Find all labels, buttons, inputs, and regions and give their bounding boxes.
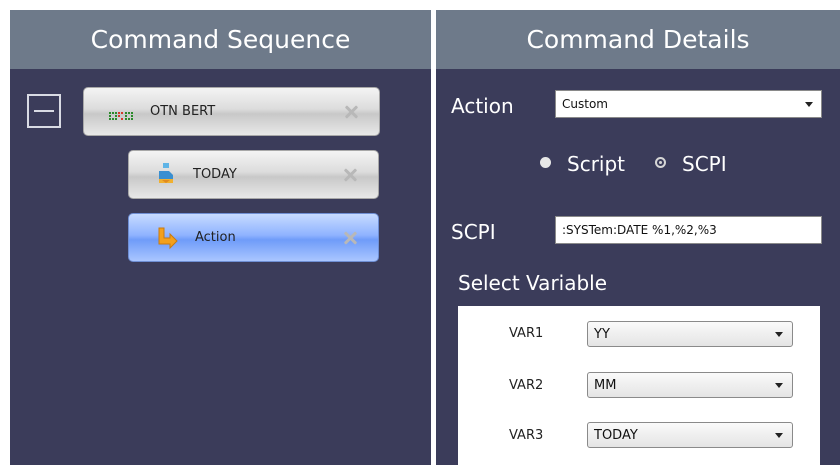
var3-label: VAR3: [509, 428, 544, 443]
sequence-node-label: Action: [195, 230, 236, 245]
chevron-down-icon: [775, 433, 783, 438]
scpi-label: SCPI: [451, 220, 496, 244]
sequence-node-today[interactable]: TODAY: [128, 150, 379, 199]
command-details-header: Command Details: [436, 10, 840, 69]
remove-node-icon[interactable]: [343, 104, 359, 120]
sequence-node-action[interactable]: Action: [128, 213, 379, 262]
sequence-node-label: OTN BERT: [150, 104, 216, 119]
action-label: Action: [451, 94, 514, 118]
var1-label: VAR1: [509, 326, 544, 341]
command-sequence-header: Command Sequence: [10, 10, 431, 69]
scpi-input[interactable]: :SYSTem:DATE %1,%2,%3: [555, 216, 822, 244]
radio-scpi-label: SCPI: [682, 152, 727, 176]
remove-node-icon[interactable]: [342, 167, 358, 183]
radio-script[interactable]: [540, 157, 551, 168]
var2-label: VAR2: [509, 378, 544, 393]
var1-value: YY: [594, 326, 610, 342]
today-command-icon: [157, 163, 175, 187]
chevron-down-icon: [775, 332, 783, 337]
action-select-value: Custom: [562, 97, 608, 111]
var3-select[interactable]: TODAY: [587, 422, 793, 448]
chevron-down-icon: [805, 102, 813, 107]
var2-select[interactable]: MM: [587, 372, 793, 398]
var3-value: TODAY: [594, 427, 638, 443]
action-arrow-icon: [155, 226, 179, 250]
otn-bert-icon: [109, 107, 133, 120]
action-select[interactable]: Custom: [555, 90, 822, 118]
radio-script-label: Script: [567, 152, 626, 176]
chevron-down-icon: [775, 383, 783, 388]
collapse-toggle-icon[interactable]: [27, 94, 61, 128]
select-variable-label: Select Variable: [458, 271, 608, 295]
command-sequence-title: Command Sequence: [90, 25, 351, 54]
remove-node-icon[interactable]: [342, 230, 358, 246]
command-details-title: Command Details: [526, 25, 750, 54]
var1-select[interactable]: YY: [587, 321, 793, 347]
sequence-node-otn-bert[interactable]: OTN BERT: [83, 87, 380, 136]
var2-value: MM: [594, 377, 617, 393]
scpi-input-value: :SYSTem:DATE %1,%2,%3: [562, 223, 717, 237]
sequence-node-label: TODAY: [193, 167, 237, 182]
radio-scpi[interactable]: [655, 157, 666, 168]
